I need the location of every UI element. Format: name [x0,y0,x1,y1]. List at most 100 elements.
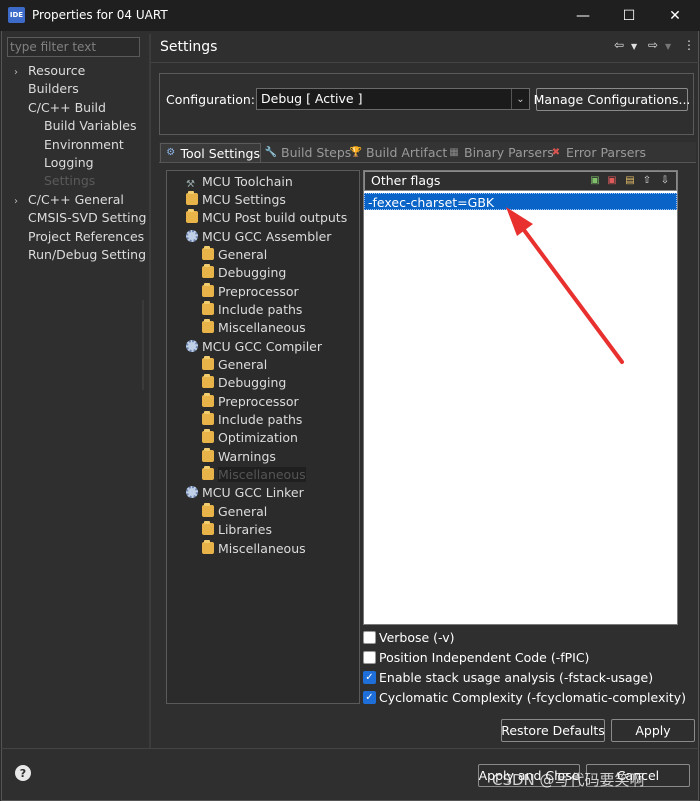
tree-item[interactable]: Build Variables [30,117,136,135]
left-pane-scroll-thumb[interactable] [142,300,144,390]
tool-settings-icon: ⚙ [166,147,176,158]
build-artifact-icon: 🏆 [349,146,363,158]
pane-splitter[interactable] [149,34,151,748]
tool-tree-item[interactable]: Include paths [202,300,303,319]
tree-item[interactable]: Settings [30,172,95,190]
manage-configurations-button[interactable]: Manage Configurations... [534,88,690,111]
tree-item[interactable]: C/C++ Build [14,99,106,117]
help-icon[interactable]: ? [15,765,31,781]
tool-tree-item-label: Preprocessor [218,393,299,409]
tool-tree-item-label: MCU GCC Assembler [202,228,332,244]
tool-tree-item[interactable]: Libraries [202,521,272,539]
tree-item[interactable]: Builders [14,80,79,98]
gear-icon [186,486,198,499]
tool-tree-item[interactable]: MCU GCC Compiler [186,338,322,356]
move-down-icon[interactable]: ⇩ [659,175,671,187]
folder-icon [202,264,214,279]
move-up-icon[interactable]: ⇧ [641,175,653,187]
tab-build-steps[interactable]: 🔧 Build Steps [264,143,352,162]
tool-tree-item-label: Miscellaneous [218,320,306,336]
tab-binary-parsers[interactable]: ▦ Binary Parsers [447,143,554,162]
tree-item-label: Settings [44,173,96,189]
ide-app-icon: IDE [8,7,25,23]
other-flags-list[interactable] [363,170,678,625]
delete-flag-icon[interactable]: ▣ [606,175,618,187]
tool-tree-item-label: MCU GCC Linker [202,485,304,501]
tool-tree-item[interactable]: Debugging [202,374,286,392]
configuration-select[interactable]: Debug [ Active ] [256,88,530,110]
tool-tree-item-label: Include paths [218,301,303,317]
tool-tree-item-label: Miscellaneous [218,540,306,556]
flag-list-item[interactable]: -fexec-charset=GBK [364,193,677,210]
tree-item[interactable]: Run/Debug Setting [14,246,146,264]
chevron-down-icon[interactable]: ⌄ [511,89,529,109]
tool-tree-item[interactable]: Preprocessor [202,392,299,411]
folder-icon [202,447,214,462]
footer-divider [1,748,699,749]
cyclomatic-checkbox[interactable]: ✓ Cyclomatic Complexity (-fcyclomatic-com… [363,688,686,706]
tree-item[interactable]: Environment [30,136,124,154]
minimize-button[interactable]: — [560,0,606,31]
checkbox-box[interactable] [363,630,376,644]
tab-build-artifact[interactable]: 🏆 Build Artifact [349,143,447,162]
tool-tree-item[interactable]: Optimization [202,429,298,447]
folder-icon [202,245,214,260]
stack-usage-checkbox[interactable]: ✓ Enable stack usage analysis (-fstack-us… [363,668,653,686]
folder-icon [202,411,214,426]
tree-item[interactable]: CMSIS-SVD Setting [14,209,146,227]
error-parsers-icon: ✖ [551,146,561,158]
chevron-right-icon[interactable]: › [14,193,28,211]
back-menu-chevron-icon[interactable]: ▼ [631,42,637,51]
tool-tree-item[interactable]: Preprocessor [202,282,299,301]
tree-item-label: CMSIS-SVD Setting [28,210,147,226]
tool-tree-item[interactable]: General [202,356,267,374]
add-flag-icon[interactable]: ▣ [589,175,601,187]
close-window-button[interactable]: ✕ [652,0,698,31]
tool-tree-item-label: Libraries [218,522,272,538]
tree-item[interactable]: › Resource [14,62,85,80]
tool-tree-item-label: Debugging [218,375,287,391]
watermark-text: CSDN @写代码要笑啊 [492,771,645,789]
tree-item[interactable]: Logging [30,154,94,172]
tool-tree-item[interactable]: ⚒ MCU Toolchain [186,173,293,191]
tree-item[interactable]: › C/C++ General [14,191,124,209]
verbose-checkbox[interactable]: Verbose (-v) [363,628,455,646]
filter-input[interactable] [7,37,140,57]
folder-icon [202,539,214,554]
tool-tree-item[interactable]: General [202,502,267,521]
tab-error-parsers[interactable]: ✖ Error Parsers [549,143,646,162]
tab-tool-settings[interactable]: ⚙ Tool Settings [160,143,261,162]
apply-button[interactable]: Apply [611,719,695,742]
tool-tree-item[interactable]: Include paths [202,411,302,429]
back-arrow-icon[interactable]: ⇦ [614,38,624,52]
page-title: Settings [160,39,218,55]
forward-menu-chevron-icon[interactable]: ▼ [665,42,671,51]
tool-tree-item[interactable]: Warnings [202,447,276,466]
tool-tree-item[interactable]: Miscellaneous [202,539,306,558]
maximize-button[interactable]: ☐ [606,0,652,31]
gear-icon [186,229,198,242]
chevron-right-icon[interactable]: › [14,64,28,82]
tree-item[interactable]: Project References [14,228,144,246]
forward-arrow-icon[interactable]: ⇨ [648,38,658,52]
tool-tree-item[interactable]: Miscellaneous [202,466,306,484]
tree-item-label: Project References [28,228,145,244]
checkbox-box[interactable] [363,650,376,664]
folder-icon [202,392,214,407]
tool-tree-item[interactable]: MCU GCC Linker [186,484,304,502]
edit-flag-icon[interactable]: ▤ [624,175,636,187]
tool-tree-item[interactable]: MCU Settings [186,190,286,209]
tool-tree-item-label: MCU GCC Compiler [202,338,323,354]
tool-tree-item[interactable]: MCU GCC Assembler [186,228,331,246]
tool-tree-item[interactable]: General [202,245,267,264]
view-menu-icon[interactable]: ⋮ [683,38,695,52]
checkmark-icon[interactable]: ✓ [363,670,376,684]
checkmark-icon[interactable]: ✓ [363,690,376,704]
tool-tree-item[interactable]: MCU Post build outputs [186,209,347,227]
tool-tree-item[interactable]: Debugging [202,264,286,282]
tool-tree-item[interactable]: Miscellaneous [202,319,306,337]
tool-tree-item-label: MCU Toolchain [202,173,293,189]
restore-defaults-button[interactable]: Restore Defaults [501,719,605,742]
pic-checkbox[interactable]: Position Independent Code (-fPIC) [363,648,589,666]
tree-item-label: C/C++ General [28,191,124,207]
